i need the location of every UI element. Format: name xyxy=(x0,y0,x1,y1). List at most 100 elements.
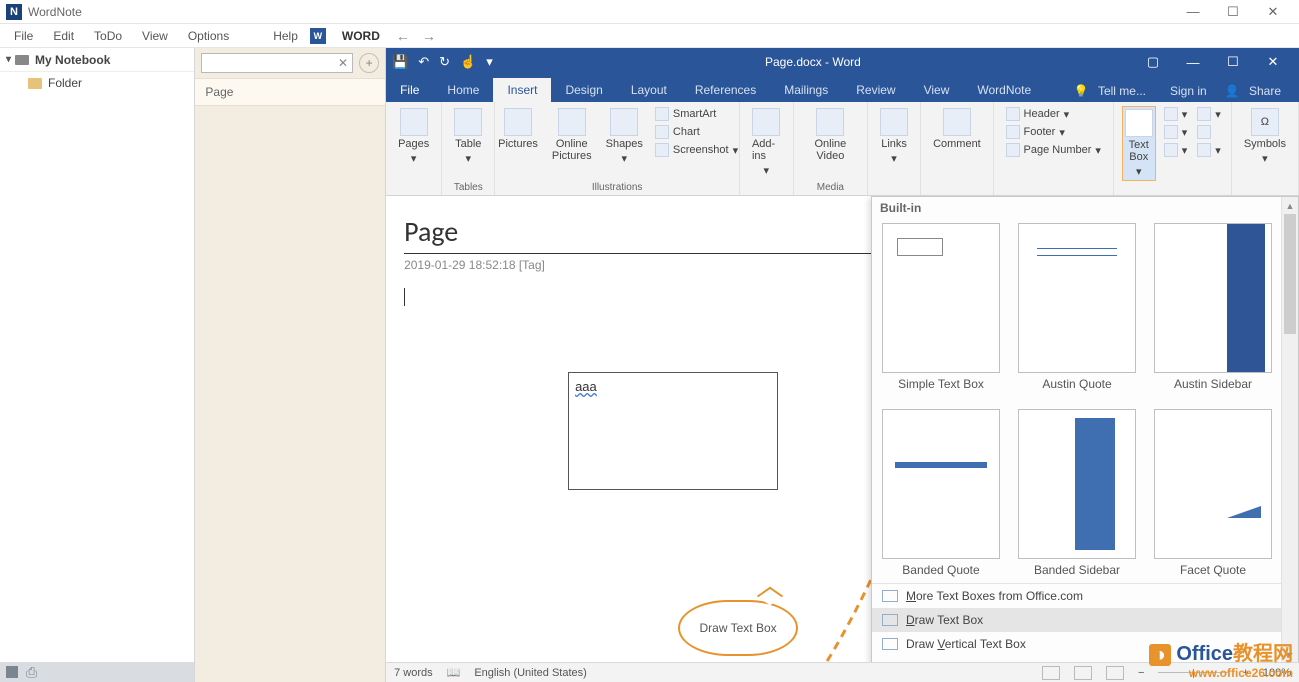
qat-undo-icon[interactable]: ↶ xyxy=(418,54,429,70)
gallery-item-simple[interactable]: Simple Text Box xyxy=(882,223,1000,391)
menu-options[interactable]: Options xyxy=(180,26,237,46)
group-pages: Pages▾ xyxy=(386,102,442,195)
sign-in[interactable]: Sign in xyxy=(1164,80,1213,102)
header-button[interactable]: Header ▾ xyxy=(1004,106,1072,122)
notebook-header[interactable]: ▾ My Notebook xyxy=(0,48,194,72)
tell-me[interactable]: 💡 Tell me... xyxy=(1068,80,1158,102)
tab-file[interactable]: File xyxy=(386,78,433,102)
page-number-button[interactable]: Page Number ▾ xyxy=(1004,142,1103,158)
tab-home[interactable]: Home xyxy=(433,78,493,102)
nav-forward-icon[interactable]: → xyxy=(418,28,440,44)
pages-button[interactable]: Pages▾ xyxy=(394,106,433,167)
text-box-button[interactable]: Text Box▾ xyxy=(1122,106,1156,181)
minimize-button[interactable]: — xyxy=(1173,4,1213,19)
document-area[interactable]: Page 2019-01-29 18:52:18 [Tag] aaa Draw … xyxy=(386,196,1299,662)
link-icon xyxy=(880,108,908,136)
online-pictures-button[interactable]: Online Pictures xyxy=(548,106,596,164)
links-button[interactable]: Links▾ xyxy=(876,106,912,167)
addins-button[interactable]: Add-ins▾ xyxy=(748,106,785,179)
view-print-icon[interactable] xyxy=(1074,666,1092,680)
menu-file[interactable]: File xyxy=(6,26,41,46)
qat-redo-icon[interactable]: ↻ xyxy=(439,54,450,70)
search-clear-icon[interactable]: ✕ xyxy=(338,56,348,70)
menu-edit[interactable]: Edit xyxy=(45,26,82,46)
sig-button[interactable]: ▾ xyxy=(1195,106,1223,122)
gallery-scrollbar[interactable]: ▲ ▼ xyxy=(1281,197,1298,662)
view-web-icon[interactable] xyxy=(1106,666,1124,680)
word-close-button[interactable]: ✕ xyxy=(1253,54,1293,70)
scroll-down-icon[interactable]: ▼ xyxy=(1282,646,1298,662)
scroll-up-icon[interactable]: ▲ xyxy=(1282,197,1298,214)
scroll-thumb[interactable] xyxy=(1284,214,1296,334)
wordart-button[interactable]: ▾ xyxy=(1162,124,1190,140)
group-links: Links▾ xyxy=(868,102,921,195)
group-media: Online Video Media xyxy=(794,102,868,195)
tab-references[interactable]: References xyxy=(681,78,770,102)
smartart-button[interactable]: SmartArt xyxy=(653,106,740,122)
inserted-text-box[interactable]: aaa xyxy=(568,372,778,490)
draw-vtextbox-icon xyxy=(882,638,898,650)
gallery-item-austin-quote[interactable]: Austin Quote xyxy=(1018,223,1136,391)
view-read-icon[interactable] xyxy=(1042,666,1060,680)
tab-wordnote[interactable]: WordNote xyxy=(963,78,1045,102)
page-list-item[interactable]: Page xyxy=(195,78,385,106)
tab-layout[interactable]: Layout xyxy=(617,78,681,102)
zoom-level[interactable]: 100% xyxy=(1263,667,1291,679)
shapes-button[interactable]: Shapes▾ xyxy=(602,106,647,167)
symbols-button[interactable]: ΩSymbols▾ xyxy=(1240,106,1290,167)
word-maximize-button[interactable]: ☐ xyxy=(1213,54,1253,70)
add-page-button[interactable]: + xyxy=(359,53,379,73)
notebook-pane: ▾ My Notebook Folder ⎙ xyxy=(0,48,195,682)
collapse-icon[interactable]: ▾ xyxy=(6,54,11,65)
comment-button[interactable]: Comment xyxy=(929,106,985,152)
date-button[interactable] xyxy=(1195,124,1223,140)
tab-review[interactable]: Review xyxy=(842,78,909,102)
tab-mailings[interactable]: Mailings xyxy=(770,78,842,102)
draw-vertical-text-box[interactable]: Draw Vertical Text Box xyxy=(872,632,1298,656)
screenshot-button[interactable]: Screenshot ▾ xyxy=(653,142,740,158)
tab-insert[interactable]: Insert xyxy=(493,78,551,102)
draw-text-box[interactable]: Draw Text Box xyxy=(872,608,1298,632)
chart-button[interactable]: Chart xyxy=(653,124,740,140)
video-icon xyxy=(816,108,844,136)
word-count[interactable]: 7 words xyxy=(394,667,433,679)
search-input[interactable]: ✕ xyxy=(201,53,353,73)
quick-parts-button[interactable]: ▾ xyxy=(1162,106,1190,122)
ribbon-options-icon[interactable]: ▢ xyxy=(1133,54,1173,70)
tab-view[interactable]: View xyxy=(910,78,964,102)
menu-help[interactable]: Help xyxy=(265,26,306,46)
zoom-in-button[interactable]: + xyxy=(1242,667,1248,679)
folder-item[interactable]: Folder xyxy=(0,72,194,94)
footer-btn-1[interactable] xyxy=(6,666,18,678)
language[interactable]: English (United States) xyxy=(474,667,587,679)
qat-save-icon[interactable]: 💾 xyxy=(392,54,408,70)
gallery-item-banded-quote[interactable]: Banded Quote xyxy=(882,409,1000,577)
gallery-item-facet-quote[interactable]: Facet Quote xyxy=(1154,409,1272,577)
word-icon: W xyxy=(310,28,326,44)
nav-back-icon[interactable]: ← xyxy=(392,28,414,44)
online-video-button[interactable]: Online Video xyxy=(802,106,859,164)
footer-btn-2[interactable]: ⎙ xyxy=(26,664,37,681)
pictures-button[interactable]: Pictures xyxy=(494,106,542,152)
gallery-item-austin-sidebar[interactable]: Austin Sidebar xyxy=(1154,223,1272,391)
smartart-icon xyxy=(655,107,669,121)
zoom-out-button[interactable]: − xyxy=(1138,667,1144,679)
dropcap-button[interactable]: ▾ xyxy=(1162,142,1190,158)
tab-design[interactable]: Design xyxy=(551,78,616,102)
group-text: Text Box▾ ▾ ▾ ▾ ▾ ▾ xyxy=(1114,102,1232,195)
proofing-icon[interactable]: 📖 xyxy=(447,666,461,679)
table-button[interactable]: Table▾ xyxy=(450,106,486,167)
word-pane: 💾 ↶ ↻ ☝ ▾ Page.docx - Word ▢ — ☐ ✕ File … xyxy=(386,48,1299,682)
qat-touch-icon[interactable]: ☝ xyxy=(460,54,476,70)
word-minimize-button[interactable]: — xyxy=(1173,55,1213,70)
menu-view[interactable]: View xyxy=(134,26,176,46)
share-button[interactable]: 👤 Share xyxy=(1219,80,1293,102)
menu-word[interactable]: WORD xyxy=(334,26,388,46)
close-button[interactable]: ✕ xyxy=(1253,4,1293,20)
menu-todo[interactable]: ToDo xyxy=(86,26,130,46)
maximize-button[interactable]: ☐ xyxy=(1213,4,1253,20)
more-text-boxes[interactable]: More Text Boxes from Office.com▸ xyxy=(872,584,1298,608)
object-button[interactable]: ▾ xyxy=(1195,142,1223,158)
gallery-item-banded-sidebar[interactable]: Banded Sidebar xyxy=(1018,409,1136,577)
footer-button[interactable]: Footer ▾ xyxy=(1004,124,1067,140)
